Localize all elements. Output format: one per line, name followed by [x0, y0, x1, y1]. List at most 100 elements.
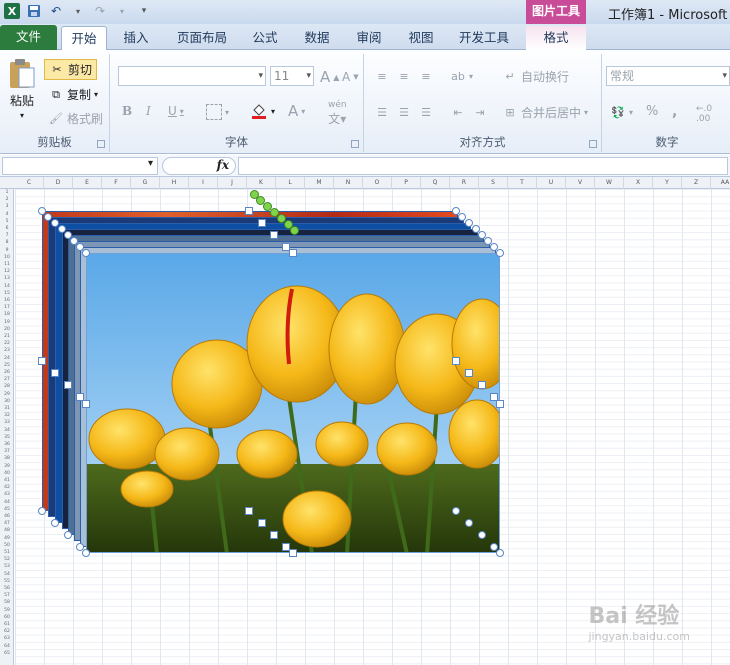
tab-view[interactable]: 视图: [400, 26, 442, 50]
column-header[interactable]: S: [479, 177, 508, 189]
row-header[interactable]: 38: [0, 455, 14, 462]
row-header[interactable]: 44: [0, 499, 14, 506]
row-header[interactable]: 18: [0, 311, 14, 318]
row-header[interactable]: 21: [0, 333, 14, 340]
column-header[interactable]: I: [189, 177, 218, 189]
name-box[interactable]: [2, 157, 158, 175]
column-header[interactable]: Y: [653, 177, 682, 189]
column-header[interactable]: Z: [682, 177, 711, 189]
row-header[interactable]: 10: [0, 254, 14, 261]
row-header[interactable]: 33: [0, 419, 14, 426]
row-header[interactable]: 14: [0, 283, 14, 290]
column-header[interactable]: E: [73, 177, 102, 189]
rotation-handle[interactable]: [290, 226, 299, 235]
column-header[interactable]: P: [392, 177, 421, 189]
grow-font-button[interactable]: A ▲: [320, 68, 339, 86]
align-left-button[interactable]: ☰: [374, 104, 390, 120]
resize-handle-top[interactable]: [245, 207, 253, 215]
row-header[interactable]: 60: [0, 614, 14, 621]
resize-handle-top-left[interactable]: [82, 249, 90, 257]
row-header[interactable]: 1: [0, 189, 14, 196]
resize-handle-bottom-right[interactable]: [496, 549, 504, 557]
resize-handle-bottom[interactable]: [245, 507, 253, 515]
row-header[interactable]: 36: [0, 441, 14, 448]
resize-handle-top[interactable]: [258, 219, 266, 227]
column-header[interactable]: V: [566, 177, 595, 189]
column-header[interactable]: U: [537, 177, 566, 189]
resize-handle-left[interactable]: [64, 381, 72, 389]
row-header[interactable]: 47: [0, 520, 14, 527]
row-header[interactable]: 52: [0, 556, 14, 563]
row-header[interactable]: 55: [0, 578, 14, 585]
resize-handle-right[interactable]: [452, 357, 460, 365]
row-header[interactable]: 22: [0, 340, 14, 347]
underline-button[interactable]: U ▾: [168, 104, 184, 118]
column-header[interactable]: R: [450, 177, 479, 189]
row-header[interactable]: 3: [0, 203, 14, 210]
resize-handle-right[interactable]: [496, 400, 504, 408]
percent-button[interactable]: %: [646, 104, 658, 119]
resize-handle-right[interactable]: [478, 381, 486, 389]
row-header[interactable]: 37: [0, 448, 14, 455]
row-header[interactable]: 59: [0, 607, 14, 614]
align-center-button[interactable]: ☰: [396, 104, 412, 120]
font-launcher-icon[interactable]: [351, 140, 359, 148]
row-header[interactable]: 13: [0, 275, 14, 282]
column-header[interactable]: Q: [421, 177, 450, 189]
tab-home[interactable]: 开始: [61, 26, 107, 51]
orientation-button[interactable]: ab ▾: [450, 68, 473, 84]
align-right-button[interactable]: ☰: [418, 104, 434, 120]
row-header[interactable]: 46: [0, 513, 14, 520]
increase-decimal-button[interactable]: ←.0.00: [696, 104, 712, 124]
formula-input[interactable]: [238, 157, 728, 175]
row-header[interactable]: 41: [0, 477, 14, 484]
tab-format[interactable]: 格式: [526, 26, 586, 50]
resize-handle-bottom-right[interactable]: [452, 507, 460, 515]
row-header[interactable]: 16: [0, 297, 14, 304]
column-header[interactable]: W: [595, 177, 624, 189]
column-header[interactable]: M: [305, 177, 334, 189]
tab-insert[interactable]: 插入: [113, 26, 159, 50]
row-header[interactable]: 51: [0, 549, 14, 556]
tab-developer[interactable]: 开发工具: [452, 26, 516, 50]
resize-handle-bottom[interactable]: [258, 519, 266, 527]
resize-handle-bottom-right[interactable]: [465, 519, 473, 527]
row-header[interactable]: 8: [0, 239, 14, 246]
merge-center-button[interactable]: ⊞ 合并后居中 ▾: [502, 104, 588, 121]
column-header[interactable]: H: [160, 177, 189, 189]
row-header[interactable]: 25: [0, 362, 14, 369]
redo-icon[interactable]: ↷: [92, 3, 108, 19]
column-header[interactable]: L: [276, 177, 305, 189]
paste-button[interactable]: 粘贴 ▾: [8, 58, 36, 120]
row-header[interactable]: 12: [0, 268, 14, 275]
italic-button[interactable]: I: [146, 104, 151, 118]
copy-button[interactable]: ⧉ 复制 ▾: [48, 86, 98, 103]
clipboard-launcher-icon[interactable]: [97, 140, 105, 148]
resize-handle-left[interactable]: [82, 400, 90, 408]
resize-handle-top[interactable]: [270, 231, 278, 239]
row-header[interactable]: 54: [0, 571, 14, 578]
shrink-font-button[interactable]: A ▼: [342, 70, 359, 84]
insert-function-button[interactable]: fx: [217, 158, 229, 172]
row-header[interactable]: 17: [0, 304, 14, 311]
format-painter-button[interactable]: 🖌 格式刷: [48, 110, 103, 127]
tab-data[interactable]: 数据: [296, 26, 338, 50]
row-header[interactable]: 63: [0, 635, 14, 642]
column-header[interactable]: G: [131, 177, 160, 189]
column-header[interactable]: F: [102, 177, 131, 189]
decrease-indent-button[interactable]: ⇤: [450, 104, 466, 120]
row-header[interactable]: 29: [0, 391, 14, 398]
tab-review[interactable]: 审阅: [348, 26, 390, 50]
row-header[interactable]: 23: [0, 347, 14, 354]
column-header[interactable]: J: [218, 177, 247, 189]
row-header[interactable]: 40: [0, 470, 14, 477]
resize-handle-bottom-left[interactable]: [64, 531, 72, 539]
row-header[interactable]: 26: [0, 369, 14, 376]
resize-handle-top-right[interactable]: [496, 249, 504, 257]
row-header[interactable]: 19: [0, 319, 14, 326]
row-header[interactable]: 7: [0, 232, 14, 239]
align-bottom-button[interactable]: ≡: [418, 68, 434, 84]
tab-page-layout[interactable]: 页面布局: [170, 26, 234, 50]
tulip-picture[interactable]: [86, 253, 500, 553]
column-header[interactable]: K: [247, 177, 276, 189]
